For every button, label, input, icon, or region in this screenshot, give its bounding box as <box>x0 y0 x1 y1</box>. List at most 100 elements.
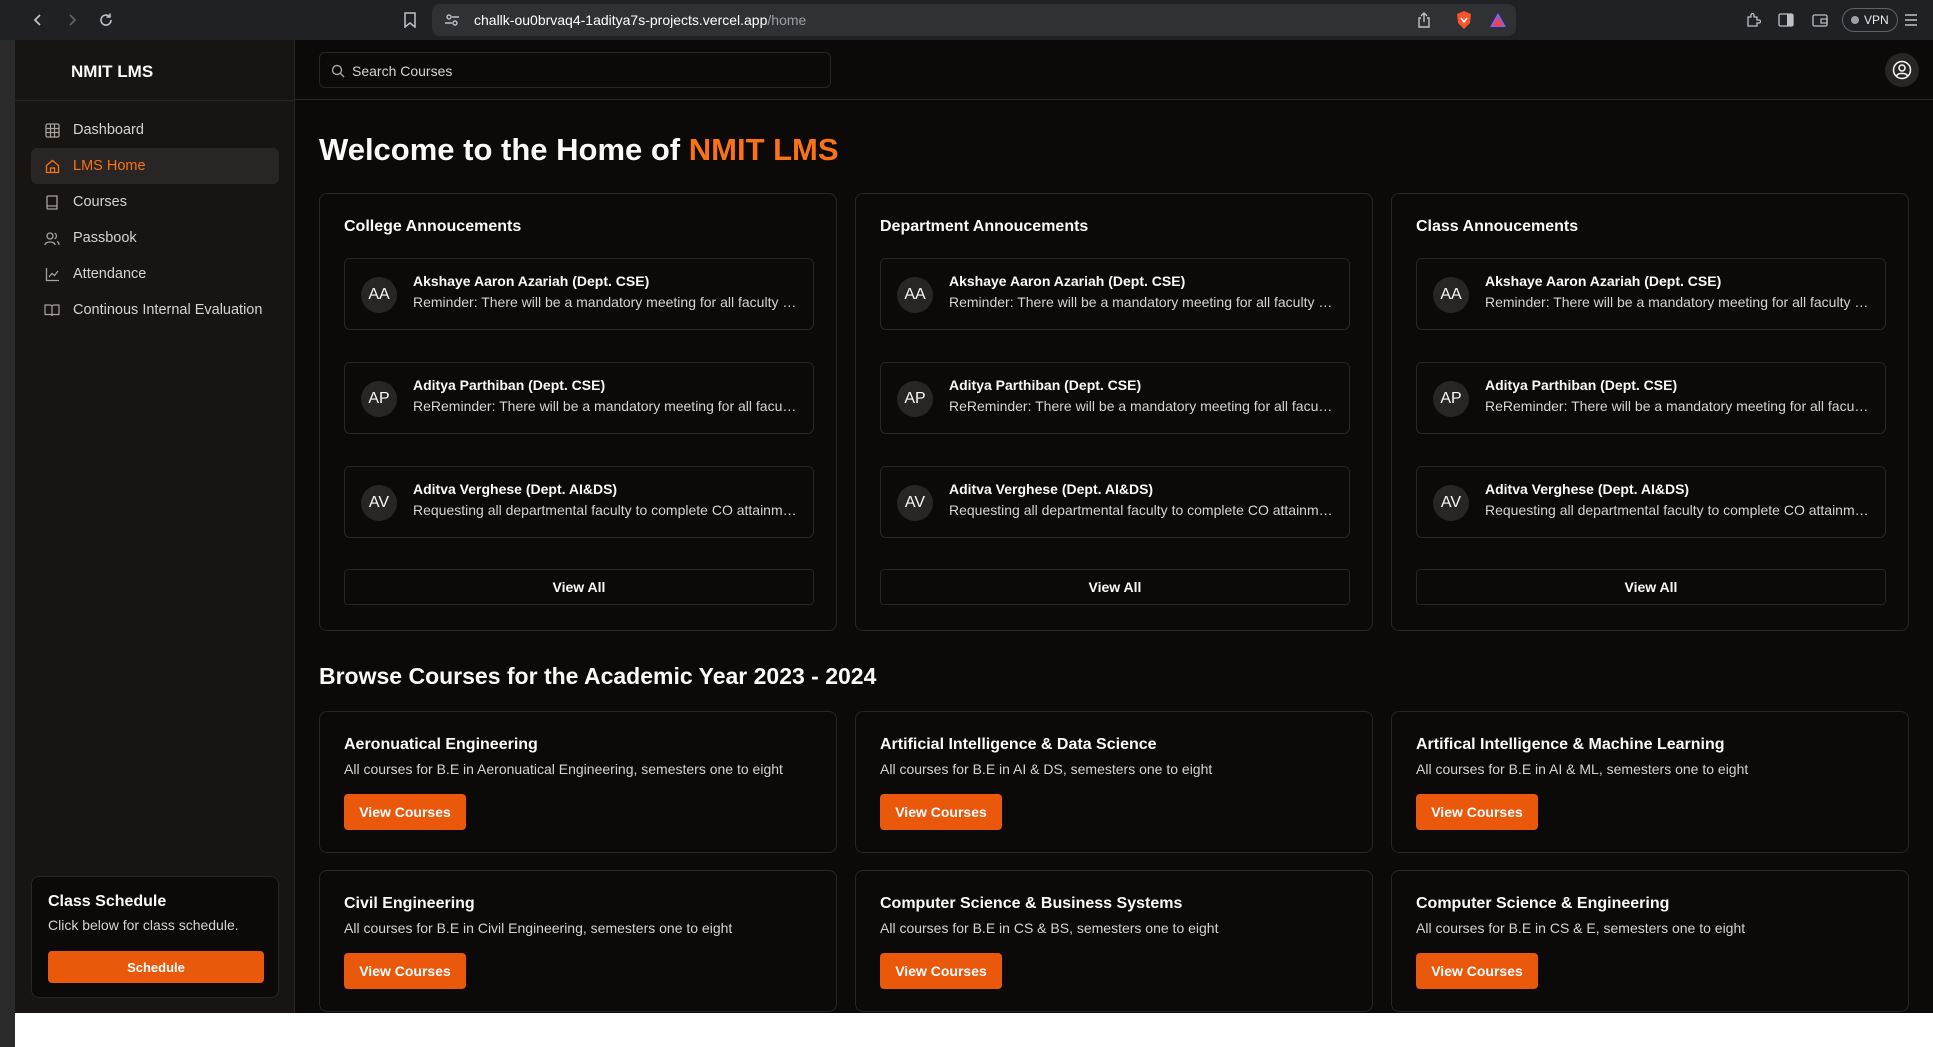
view-all-button[interactable]: View All <box>344 569 814 605</box>
announcement-author: Aditva Verghese (Dept. AI&DS) <box>413 481 618 497</box>
announcement-item[interactable]: AA Akshaye Aaron Azariah (Dept. CSE) Rem… <box>880 258 1350 330</box>
menu-icon[interactable] <box>1900 9 1922 31</box>
announcement-item[interactable]: AA Akshaye Aaron Azariah (Dept. CSE) Rem… <box>1416 258 1886 330</box>
view-courses-button[interactable]: View Courses <box>880 953 1002 989</box>
brave-rewards-icon[interactable] <box>1488 10 1508 30</box>
announcement-item[interactable]: AA Akshaye Aaron Azariah (Dept. CSE) Rem… <box>344 258 814 330</box>
browser-toolbar: challk-ou0brvaq4-1aditya7s-projects.verc… <box>0 0 1933 40</box>
sidebar-item-passbook[interactable]: Passbook <box>31 220 279 256</box>
course-card: Artifical Intelligence & Machine Learnin… <box>1391 711 1909 853</box>
course-name: Aeronuatical Engineering <box>344 736 538 753</box>
sidebar-item-dashboard[interactable]: Dashboard <box>31 112 279 148</box>
announcement-author: Akshaye Aaron Azariah (Dept. CSE) <box>949 273 1186 289</box>
grid-icon <box>43 121 61 139</box>
view-courses-button[interactable]: View Courses <box>344 953 466 989</box>
announcement-author: Aditya Parthiban (Dept. CSE) <box>1485 377 1678 393</box>
announcement-item[interactable]: AP Aditya Parthiban (Dept. CSE) ReRemind… <box>880 362 1350 434</box>
announcement-item[interactable]: AV Aditva Verghese (Dept. AI&DS) Request… <box>344 466 814 538</box>
vpn-status-icon <box>1851 16 1859 24</box>
vpn-button[interactable]: VPN <box>1842 8 1898 32</box>
reload-icon[interactable] <box>94 8 118 32</box>
announcement-message: ReReminder: There will be a mandatory me… <box>1485 398 1871 414</box>
url-host: challk-ou0brvaq4-1aditya7s-projects.verc… <box>474 12 768 28</box>
view-courses-button[interactable]: View Courses <box>880 794 1002 830</box>
announcement-message: ReReminder: There will be a mandatory me… <box>949 398 1335 414</box>
users-icon <box>43 229 61 247</box>
announcement-message: ReReminder: There will be a mandatory me… <box>413 398 799 414</box>
browse-courses-heading: Browse Courses for the Academic Year 202… <box>319 663 877 689</box>
announcement-item[interactable]: AP Aditya Parthiban (Dept. CSE) ReRemind… <box>1416 362 1886 434</box>
brave-shield-icon[interactable] <box>1454 10 1474 30</box>
book-open-icon <box>43 301 61 319</box>
search-box <box>319 52 831 88</box>
sidebar: NMIT LMS Dashboard LMS Home Courses Pass… <box>15 40 295 1013</box>
share-icon[interactable] <box>1414 10 1434 30</box>
announcement-item[interactable]: AP Aditya Parthiban (Dept. CSE) ReRemind… <box>344 362 814 434</box>
announcement-author: Aditva Verghese (Dept. AI&DS) <box>1485 481 1690 497</box>
avatar: AV <box>1433 485 1469 521</box>
college-announcements-card: College Annoucements AA Akshaye Aaron Az… <box>319 193 837 631</box>
user-circle-icon <box>1892 60 1912 80</box>
avatar: AA <box>361 277 397 313</box>
view-courses-button[interactable]: View Courses <box>1416 953 1538 989</box>
announcement-message: Requesting all departmental faculty to c… <box>1485 502 1871 518</box>
announcement-item[interactable]: AV Aditva Verghese (Dept. AI&DS) Request… <box>1416 466 1886 538</box>
card-title: College Annoucements <box>344 218 522 235</box>
home-icon <box>43 157 61 175</box>
avatar: AV <box>361 485 397 521</box>
bookmark-icon[interactable] <box>398 8 422 32</box>
user-avatar-button[interactable] <box>1885 53 1919 87</box>
avatar: AP <box>1433 381 1469 417</box>
course-card: Computer Science & Engineering All cours… <box>1391 870 1909 1012</box>
back-icon[interactable] <box>26 8 50 32</box>
course-name: Artifical Intelligence & Machine Learnin… <box>1416 736 1725 753</box>
window-bottom-edge <box>15 1013 1933 1047</box>
wallet-icon[interactable] <box>1809 9 1831 31</box>
avatar: AV <box>897 485 933 521</box>
course-description: All courses for B.E in CS & E, semesters… <box>1416 920 1746 936</box>
announcement-author: Akshaye Aaron Azariah (Dept. CSE) <box>1485 273 1722 289</box>
sidebar-item-attendance[interactable]: Attendance <box>31 256 279 292</box>
course-name: Civil Engineering <box>344 895 475 912</box>
view-courses-button[interactable]: View Courses <box>344 794 466 830</box>
sidebar-item-lms-home[interactable]: LMS Home <box>31 148 279 184</box>
course-card: Artificial Intelligence & Data Science A… <box>855 711 1373 853</box>
welcome-prefix: Welcome to the Home of <box>319 132 689 167</box>
sidebar-item-label: Continous Internal Evaluation <box>73 302 263 318</box>
brand-title[interactable]: NMIT LMS <box>71 62 153 82</box>
site-settings-icon[interactable] <box>444 12 460 28</box>
course-name: Computer Science & Engineering <box>1416 895 1670 912</box>
address-bar[interactable]: challk-ou0brvaq4-1aditya7s-projects.verc… <box>404 4 1516 36</box>
view-courses-button[interactable]: View Courses <box>1416 794 1538 830</box>
course-name: Artificial Intelligence & Data Science <box>880 736 1157 753</box>
sidebar-toggle-icon[interactable] <box>1775 9 1797 31</box>
avatar: AA <box>1433 277 1469 313</box>
avatar: AP <box>897 381 933 417</box>
chart-line-icon <box>43 265 61 283</box>
sidebar-item-label: Passbook <box>73 230 137 246</box>
announcement-author: Aditva Verghese (Dept. AI&DS) <box>949 481 1154 497</box>
book-icon <box>43 193 61 211</box>
search-input[interactable] <box>352 60 812 82</box>
schedule-button[interactable]: Schedule <box>48 951 264 983</box>
page: challk-ou0brvaq4-1aditya7s-projects.verc… <box>0 0 1933 1047</box>
announcement-message: Requesting all departmental faculty to c… <box>413 502 799 518</box>
sidebar-item-continous-internal-evaluation[interactable]: Continous Internal Evaluation <box>31 292 279 328</box>
department-announcements-card: Department Annoucements AA Akshaye Aaron… <box>855 193 1373 631</box>
sidebar-item-label: Attendance <box>73 266 147 282</box>
extensions-icon[interactable] <box>1742 9 1764 31</box>
page-title: Welcome to the Home of NMIT LMS <box>319 132 839 168</box>
view-all-button[interactable]: View All <box>1416 569 1886 605</box>
course-name: Computer Science & Business Systems <box>880 895 1183 912</box>
class-announcements-card: Class Annoucements AA Akshaye Aaron Azar… <box>1391 193 1909 631</box>
avatar: AP <box>361 381 397 417</box>
card-title: Class Annoucements <box>1416 218 1579 235</box>
announcement-message: Reminder: There will be a mandatory meet… <box>1485 294 1871 310</box>
announcement-item[interactable]: AV Aditva Verghese (Dept. AI&DS) Request… <box>880 466 1350 538</box>
announcement-message: Reminder: There will be a mandatory meet… <box>413 294 799 310</box>
sidebar-item-courses[interactable]: Courses <box>31 184 279 220</box>
card-title: Department Annoucements <box>880 218 1089 235</box>
forward-icon[interactable] <box>60 8 84 32</box>
view-all-button[interactable]: View All <box>880 569 1350 605</box>
sidebar-item-label: Courses <box>73 194 127 210</box>
